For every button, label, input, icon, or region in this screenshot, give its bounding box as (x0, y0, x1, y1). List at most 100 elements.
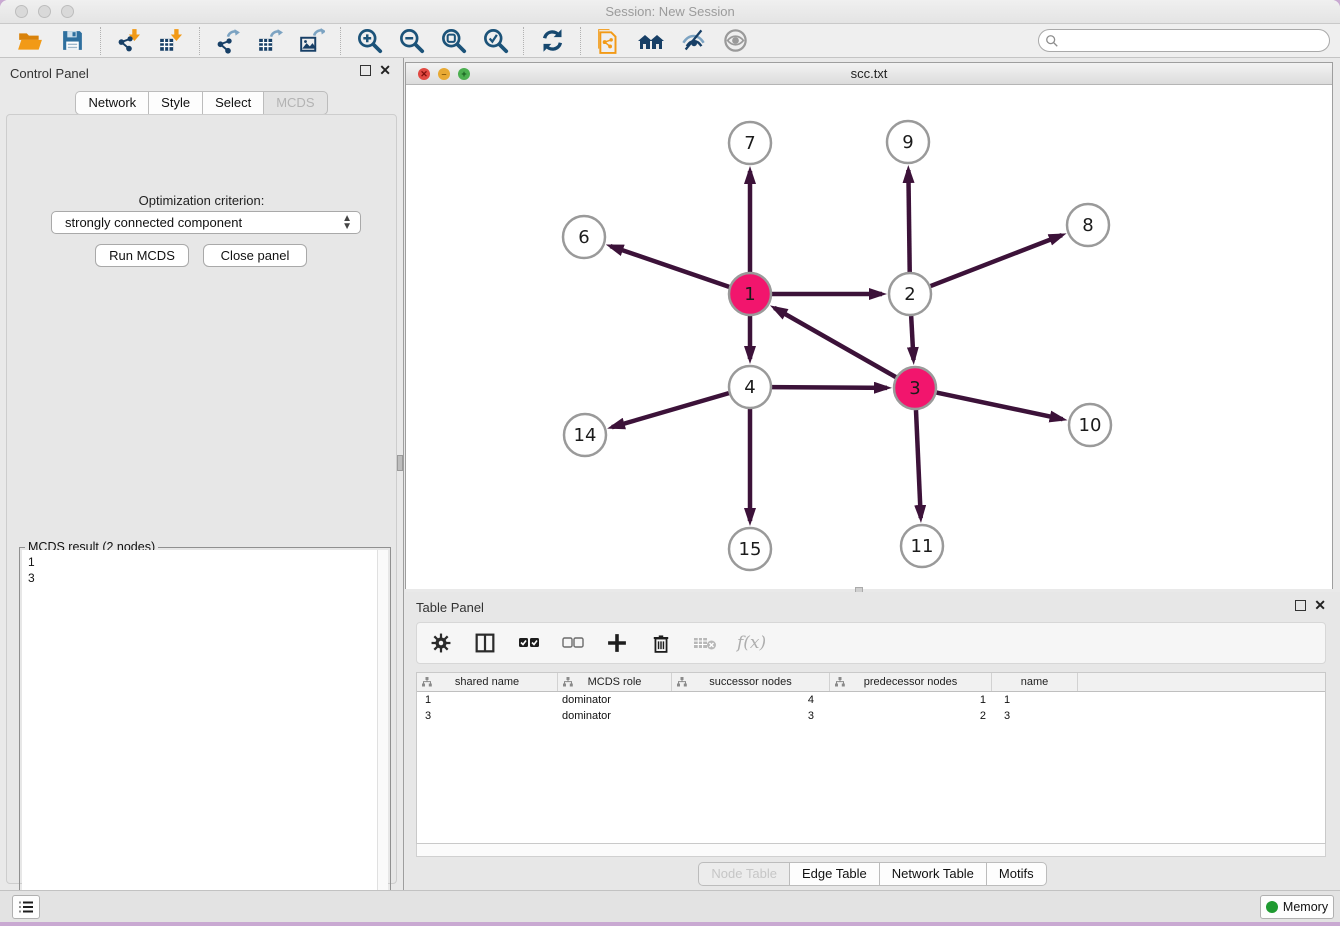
network-window-titlebar[interactable]: ✕ – + scc.txt (406, 63, 1332, 85)
table-cell[interactable]: dominator (558, 708, 672, 724)
control-panel-title: Control Panel (10, 66, 89, 81)
function-builder-icon[interactable]: f(x) (737, 633, 766, 653)
graph-edge-4-14[interactable] (612, 393, 729, 427)
settings-icon[interactable] (429, 631, 453, 655)
search-input[interactable] (1063, 34, 1329, 48)
graph-node-label: 9 (902, 132, 913, 153)
graph-node-label: 6 (578, 227, 589, 248)
network-title: scc.txt (406, 66, 1332, 81)
select-all-columns-icon[interactable] (517, 631, 541, 655)
optimization-criterion-label: Optimization criterion: (7, 193, 396, 208)
toolbar-separator (199, 27, 200, 55)
titlebar[interactable]: Session: New Session (0, 0, 1340, 24)
table-cell[interactable]: 1 (417, 692, 558, 708)
column-header-successor-nodes[interactable]: successor nodes (672, 673, 830, 691)
column-header-predecessor-nodes[interactable]: predecessor nodes (830, 673, 992, 691)
table-cell[interactable]: dominator (558, 692, 672, 708)
save-session-icon[interactable] (57, 26, 87, 56)
column-type-icon (563, 677, 573, 688)
table-row[interactable]: 3dominator323 (417, 708, 1325, 724)
float-table-panel-icon[interactable] (1295, 600, 1306, 611)
graph-node-label: 7 (744, 133, 755, 154)
first-neighbors-icon[interactable] (636, 26, 666, 56)
import-network-icon[interactable] (114, 26, 144, 56)
table-cell[interactable]: 1 (992, 692, 1078, 708)
tab-select[interactable]: Select (202, 91, 263, 115)
new-network-from-file-icon[interactable] (594, 26, 624, 56)
table-cell[interactable]: 4 (672, 692, 830, 708)
graph-edge-3-11[interactable] (916, 410, 921, 518)
window-title: Session: New Session (0, 4, 1340, 19)
desktop: Session: New Session (0, 0, 1340, 926)
column-header-shared-name[interactable]: shared name (417, 673, 558, 691)
table-cell[interactable]: 1 (830, 692, 992, 708)
graph-node-label: 1 (744, 284, 755, 305)
node-table[interactable]: shared nameMCDS rolesuccessor nodesprede… (416, 672, 1326, 844)
control-panel-tabs: NetworkStyleSelectMCDS (0, 91, 403, 115)
run-mcds-button[interactable]: Run MCDS (95, 244, 189, 267)
graph-node-label: 8 (1082, 215, 1093, 236)
splitter-handle[interactable] (397, 455, 403, 471)
graph-edge-2-8[interactable] (931, 235, 1062, 286)
import-table-icon[interactable] (156, 26, 186, 56)
column-header-name[interactable]: name (992, 673, 1078, 691)
deselect-all-columns-icon[interactable] (561, 631, 585, 655)
zoom-selected-icon[interactable] (480, 26, 510, 56)
graph-edge-4-3[interactable] (772, 387, 887, 388)
table-cell[interactable]: 3 (417, 708, 558, 724)
memory-button[interactable]: Memory (1260, 895, 1334, 919)
criterion-select[interactable]: strongly connected component ▲▼ (51, 211, 361, 234)
tab-mcds[interactable]: MCDS (263, 91, 327, 115)
zoom-out-icon[interactable] (396, 26, 426, 56)
tab-motifs[interactable]: Motifs (986, 862, 1047, 886)
graph-edge-3-10[interactable] (937, 393, 1063, 420)
table-cell[interactable]: 2 (830, 708, 992, 724)
show-graphics-details-icon[interactable] (720, 26, 750, 56)
delete-table-icon[interactable] (693, 631, 717, 655)
graph-edge-2-9[interactable] (908, 170, 909, 272)
export-table-icon[interactable] (255, 26, 285, 56)
table-cell[interactable]: 3 (992, 708, 1078, 724)
open-session-icon[interactable] (15, 26, 45, 56)
network-canvas[interactable]: 7968124314101511 (406, 85, 1332, 589)
network-graph: 7968124314101511 (406, 85, 1332, 589)
close-panel-button[interactable]: Close panel (203, 244, 307, 267)
mcds-panel: Optimization criterion: strongly connect… (6, 114, 397, 884)
mcds-result-box: MCDS result (2 nodes) 1 3 (19, 547, 391, 922)
graph-edge-2-3[interactable] (911, 316, 913, 360)
tab-network[interactable]: Network (75, 91, 148, 115)
tab-style[interactable]: Style (148, 91, 202, 115)
zoom-fit-icon[interactable] (438, 26, 468, 56)
graph-node-label: 15 (739, 539, 762, 560)
graph-node-label: 10 (1079, 415, 1102, 436)
column-header-MCDS-role[interactable]: MCDS role (558, 673, 672, 691)
tab-node-table[interactable]: Node Table (698, 862, 789, 886)
tab-edge-table[interactable]: Edge Table (789, 862, 879, 886)
export-image-icon[interactable] (297, 26, 327, 56)
result-scrollbar[interactable] (377, 550, 388, 922)
zoom-in-icon[interactable] (354, 26, 384, 56)
show-column-panel-icon[interactable] (473, 631, 497, 655)
graph-edge-1-6[interactable] (610, 246, 729, 287)
table-row[interactable]: 1dominator411 (417, 692, 1325, 708)
apply-layout-icon[interactable] (537, 26, 567, 56)
memory-label: Memory (1283, 900, 1328, 914)
table-horizontal-scrollbar[interactable] (416, 844, 1326, 857)
tab-network-table[interactable]: Network Table (879, 862, 986, 886)
network-view-window: ✕ – + scc.txt 7968124314101511 (405, 62, 1333, 589)
task-history-button[interactable] (12, 895, 40, 919)
close-panel-icon[interactable]: ✕ (379, 65, 391, 76)
float-panel-icon[interactable] (360, 65, 371, 76)
main-toolbar (0, 24, 1340, 58)
create-column-icon[interactable] (605, 631, 629, 655)
mcds-result-text[interactable]: 1 3 (22, 550, 388, 922)
delete-columns-icon[interactable] (649, 631, 673, 655)
export-network-icon[interactable] (213, 26, 243, 56)
memory-status-icon (1266, 901, 1278, 913)
table-panel: Table Panel ✕ (405, 592, 1340, 890)
close-table-panel-icon[interactable]: ✕ (1314, 600, 1326, 611)
graph-node-label: 14 (574, 425, 597, 446)
table-cell[interactable]: 3 (672, 708, 830, 724)
graph-edge-3-1[interactable] (774, 308, 896, 377)
hide-graphics-details-icon[interactable] (678, 26, 708, 56)
